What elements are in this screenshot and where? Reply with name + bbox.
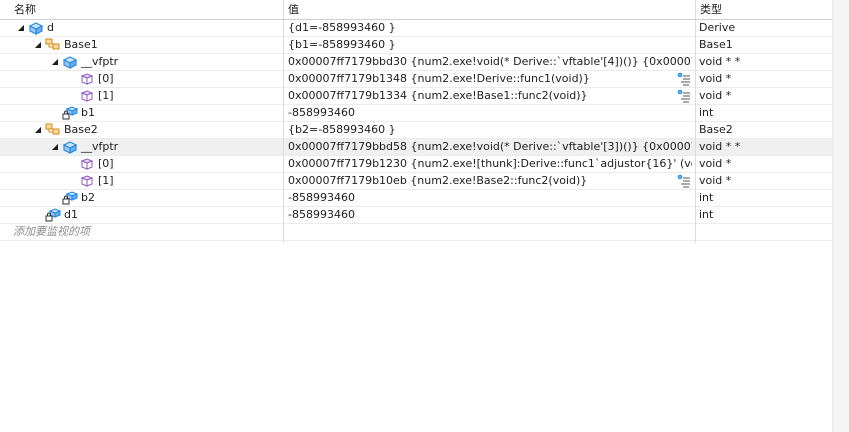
field-icon: [62, 106, 78, 120]
row-name: [0]: [98, 72, 114, 85]
row-name: [1]: [98, 174, 114, 187]
expanded-triangle-icon[interactable]: ◢: [33, 125, 43, 135]
row-value[interactable]: 0x00007ff7179bbd58 {num2.exe!void(* Deri…: [288, 139, 692, 155]
row-type: void *: [699, 72, 732, 85]
expanded-triangle-icon[interactable]: ◢: [50, 142, 60, 152]
row-name: __vfptr: [81, 140, 119, 153]
watch-row[interactable]: [0] 0x00007ff7179b1230 {num2.exe![thunk]:…: [0, 156, 832, 173]
column-header-type[interactable]: 类型: [696, 0, 832, 19]
row-value[interactable]: {b1=-858993460 }: [288, 37, 692, 53]
watch-row[interactable]: [1] 0x00007ff7179b10eb {num2.exe!Base2::f…: [0, 173, 832, 190]
visualizer-icon[interactable]: [677, 72, 691, 86]
watch-row[interactable]: b2 -858993460 int: [0, 190, 832, 207]
object-icon: [62, 55, 78, 69]
row-value[interactable]: 0x00007ff7179b1348 {num2.exe!Derive::fun…: [288, 71, 692, 87]
expanded-triangle-icon[interactable]: ◢: [50, 57, 60, 67]
row-type: int: [699, 208, 714, 221]
row-type: int: [699, 191, 714, 204]
add-watch-placeholder[interactable]: 添加要监视的项: [13, 224, 90, 240]
watch-window: 名称 值 类型 ◢ d {d1=-858993460 } Derive ◢ Base1 {b…: [0, 0, 832, 432]
column-header-name[interactable]: 名称: [10, 0, 282, 19]
grid-line: [283, 20, 284, 243]
column-header: 名称 值 类型: [0, 0, 832, 20]
field-icon: [45, 208, 61, 222]
row-value[interactable]: 0x00007ff7179bbd30 {num2.exe!void(* Deri…: [288, 54, 692, 70]
watch-row[interactable]: ◢ __vfptr 0x00007ff7179bbd58 {num2.exe!voi…: [0, 139, 832, 156]
row-type: void *: [699, 174, 732, 187]
object-icon: [28, 21, 44, 35]
row-type: Derive: [699, 21, 736, 34]
base-class-icon: [45, 38, 61, 52]
row-name: Base2: [64, 123, 98, 136]
row-value[interactable]: {d1=-858993460 }: [288, 20, 692, 36]
add-watch-row[interactable]: 添加要监视的项: [0, 224, 832, 241]
row-value[interactable]: -858993460: [288, 190, 692, 206]
row-name: b1: [81, 106, 95, 119]
watch-row[interactable]: ◢ __vfptr 0x00007ff7179bbd30 {num2.exe!voi…: [0, 54, 832, 71]
row-name: d: [47, 21, 54, 34]
cube-icon: [79, 89, 95, 103]
row-value[interactable]: 0x00007ff7179b1230 {num2.exe![thunk]:Der…: [288, 156, 692, 172]
row-name: [0]: [98, 157, 114, 170]
row-name: __vfptr: [81, 55, 119, 68]
row-name: d1: [64, 208, 78, 221]
expanded-triangle-icon[interactable]: ◢: [16, 23, 26, 33]
row-name: b2: [81, 191, 95, 204]
column-divider[interactable]: [695, 0, 696, 19]
row-type: void * *: [699, 140, 741, 153]
row-name: Base1: [64, 38, 98, 51]
object-icon: [62, 140, 78, 154]
column-divider[interactable]: [283, 0, 284, 19]
watch-row[interactable]: b1 -858993460 int: [0, 105, 832, 122]
watch-row[interactable]: [1] 0x00007ff7179b1334 {num2.exe!Base1::f…: [0, 88, 832, 105]
expanded-triangle-icon[interactable]: ◢: [33, 40, 43, 50]
visualizer-icon[interactable]: [677, 89, 691, 103]
vertical-scrollbar[interactable]: [832, 0, 849, 432]
cube-icon: [79, 72, 95, 86]
row-name: [1]: [98, 89, 114, 102]
watch-row[interactable]: ◢ d {d1=-858993460 } Derive: [0, 20, 832, 37]
watch-row[interactable]: ◢ Base1 {b1=-858993460 } Base1: [0, 37, 832, 54]
cube-icon: [79, 174, 95, 188]
row-value[interactable]: -858993460: [288, 105, 692, 121]
row-value[interactable]: 0x00007ff7179b1334 {num2.exe!Base1::func…: [288, 88, 692, 104]
watch-row[interactable]: ◢ Base2 {b2=-858993460 } Base2: [0, 122, 832, 139]
row-value[interactable]: {b2=-858993460 }: [288, 122, 692, 138]
row-type: int: [699, 106, 714, 119]
watch-row[interactable]: d1 -858993460 int: [0, 207, 832, 224]
cube-icon: [79, 157, 95, 171]
visualizer-icon[interactable]: [677, 174, 691, 188]
row-type: void *: [699, 89, 732, 102]
row-type: void * *: [699, 55, 741, 68]
row-value[interactable]: -858993460: [288, 207, 692, 223]
base-class-icon: [45, 123, 61, 137]
row-type: Base1: [699, 38, 733, 51]
field-icon: [62, 191, 78, 205]
watch-row[interactable]: [0] 0x00007ff7179b1348 {num2.exe!Derive::…: [0, 71, 832, 88]
row-type: Base2: [699, 123, 733, 136]
row-type: void *: [699, 157, 732, 170]
row-value[interactable]: 0x00007ff7179b10eb {num2.exe!Base2::func…: [288, 173, 692, 189]
column-header-value[interactable]: 值: [284, 0, 694, 19]
grid-line: [695, 20, 696, 243]
